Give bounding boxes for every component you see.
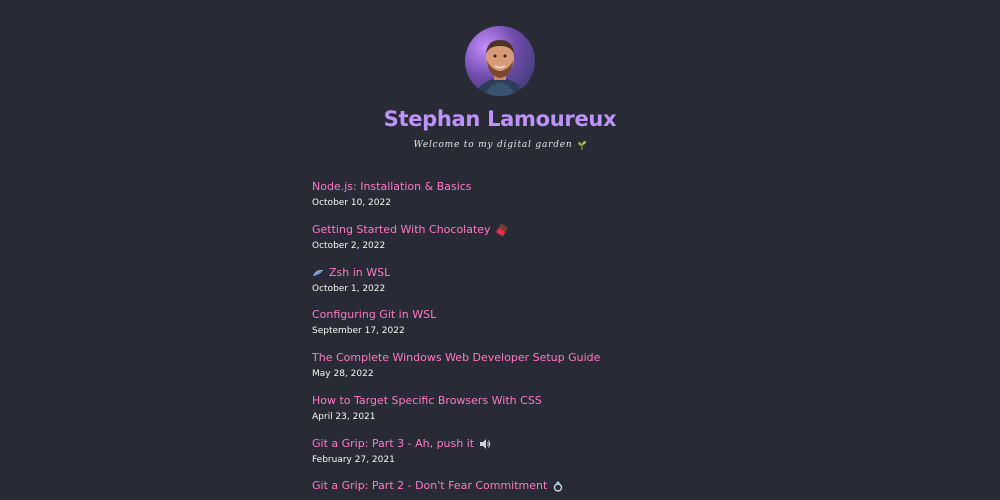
post-link[interactable]: How to Target Specific Browsers With CSS — [312, 394, 600, 408]
site-title: Stephan Lamoureux — [383, 107, 617, 131]
tagline: Welcome to my digital garden — [414, 140, 587, 150]
post-item: Configuring Git in WSL September 17, 202… — [312, 308, 600, 351]
post-link[interactable]: The Complete Windows Web Developer Setup… — [312, 351, 600, 365]
shell-icon — [312, 267, 324, 279]
post-title: The Complete Windows Web Developer Setup… — [312, 351, 601, 364]
post-link[interactable]: Git a Grip: Part 2 - Don't Fear Commitme… — [312, 479, 600, 493]
post-link[interactable]: Configuring Git in WSL — [312, 308, 600, 322]
page: Stephan Lamoureux Welcome to my digital … — [0, 0, 1000, 500]
avatar[interactable] — [465, 26, 535, 96]
post-item: The Complete Windows Web Developer Setup… — [312, 351, 600, 394]
speaker-icon — [479, 438, 491, 450]
post-item: Getting Started With Chocolatey October … — [312, 223, 600, 266]
chocolate-bar-icon — [495, 223, 508, 237]
post-date: September 17, 2022 — [312, 326, 405, 337]
post-link[interactable]: Zsh in WSL — [312, 266, 600, 280]
avatar-photo — [475, 40, 525, 96]
post-title: How to Target Specific Browsers With CSS — [312, 393, 542, 407]
post-item: Node.js: Installation & Basics October 1… — [312, 180, 600, 223]
tagline-text: Welcome to my digital garden — [413, 140, 573, 150]
post-date: April 23, 2021 — [312, 411, 376, 422]
post-link[interactable]: Getting Started With Chocolatey — [312, 223, 600, 237]
post-item: How to Target Specific Browsers With CSS… — [312, 394, 600, 437]
post-link[interactable]: Node.js: Installation & Basics — [312, 180, 600, 194]
post-title: Getting Started With Chocolatey — [312, 222, 491, 236]
post-item: Zsh in WSL October 1, 2022 — [312, 266, 600, 309]
ring-icon — [552, 480, 564, 492]
post-date: October 1, 2022 — [312, 283, 386, 294]
post-title: Configuring Git in WSL — [312, 308, 437, 322]
sprout-icon — [577, 140, 587, 150]
post-date: February 27, 2021 — [312, 454, 395, 465]
post-date: October 10, 2022 — [312, 198, 391, 208]
post-title: Git a Grip: Part 3 - Ah, push it — [312, 436, 475, 450]
site-header: Stephan Lamoureux Welcome to my digital … — [0, 26, 1000, 150]
post-link[interactable]: Git a Grip: Part 3 - Ah, push it — [312, 437, 600, 451]
post-list: Node.js: Installation & Basics October 1… — [312, 180, 600, 500]
post-title: Zsh in WSL — [329, 265, 391, 279]
post-date: October 2, 2022 — [312, 240, 386, 251]
post-item: Git a Grip: Part 3 - Ah, push it Februar… — [312, 437, 600, 480]
post-item: Git a Grip: Part 2 - Don't Fear Commitme… — [312, 479, 600, 500]
post-title: Git a Grip: Part 2 - Don't Fear Commitme… — [312, 479, 548, 493]
post-title: Node.js: Installation & Basics — [312, 180, 472, 193]
post-date: May 28, 2022 — [312, 369, 374, 379]
